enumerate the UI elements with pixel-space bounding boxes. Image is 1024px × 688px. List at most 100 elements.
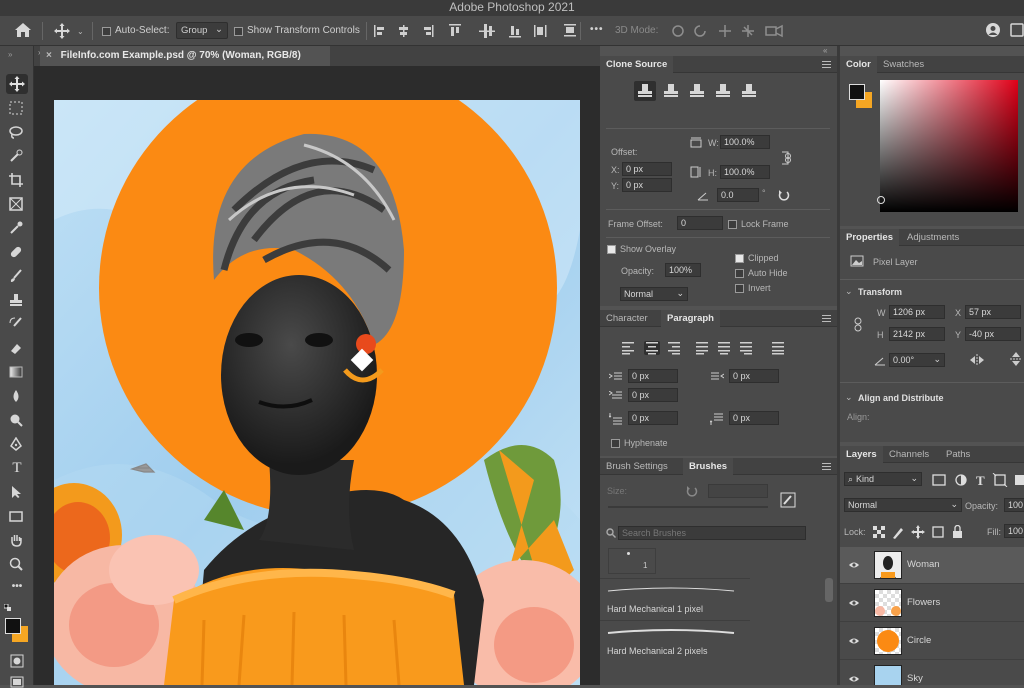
eye-icon[interactable] (848, 637, 860, 645)
gradient-tool[interactable] (6, 362, 28, 382)
brush-preset-tip[interactable]: 1 (608, 548, 656, 574)
transform-expand-icon[interactable]: ⌄ (845, 286, 853, 297)
layer-filter-dropdown[interactable]: ⌕ Kind ⌄ (844, 472, 922, 486)
lasso-tool[interactable] (6, 122, 28, 142)
overlay-blend-dropdown[interactable]: Normal ⌄ (620, 287, 688, 301)
frame-tool[interactable] (6, 194, 28, 214)
tab-character[interactable]: Character (600, 310, 654, 327)
auto-hide-checkbox[interactable] (735, 269, 744, 278)
show-overlay-checkbox[interactable] (607, 245, 616, 254)
indent-left-field[interactable]: 0 px (628, 369, 678, 383)
document-canvas[interactable] (54, 100, 580, 685)
more-options-button[interactable]: ••• (590, 24, 604, 35)
eye-icon[interactable] (848, 599, 860, 607)
edit-toolbar-button[interactable]: ••• (6, 578, 28, 598)
rotation-dropdown[interactable]: 0.00° ⌄ (889, 353, 945, 367)
scale-w-field[interactable]: 100.0% (720, 135, 770, 149)
tab-channels[interactable]: Channels (883, 446, 935, 463)
layer-row-flowers[interactable]: Flowers (840, 585, 1024, 622)
rectangle-tool[interactable] (6, 506, 28, 526)
invert-checkbox[interactable] (735, 284, 744, 293)
foreground-color-swatch[interactable] (5, 618, 21, 634)
quick-mask-icon[interactable] (10, 654, 24, 668)
move-tool-icon[interactable] (54, 23, 70, 39)
brush-search-input[interactable]: Search Brushes (618, 526, 806, 540)
tab-paths[interactable]: Paths (940, 446, 976, 463)
link-scale-icon[interactable] (780, 150, 792, 166)
auto-select-checkbox[interactable] (102, 27, 111, 36)
space-before-field[interactable]: 0 px (628, 411, 678, 425)
collapse-panels-icon[interactable]: « (823, 46, 827, 55)
layer-row-circle[interactable]: Circle (840, 623, 1024, 660)
panel-menu-icon[interactable] (822, 463, 831, 470)
move-tool[interactable] (6, 74, 28, 94)
canvas-area[interactable] (34, 66, 600, 685)
tab-brushes[interactable]: Brushes (683, 458, 734, 475)
type-tool[interactable]: T (6, 458, 28, 478)
eraser-tool[interactable] (6, 338, 28, 358)
tab-adjustments[interactable]: Adjustments (901, 229, 965, 246)
tab-brush-settings[interactable]: Brush Settings (600, 458, 674, 475)
align-expand-icon[interactable]: ⌄ (845, 392, 853, 403)
zoom-tool[interactable] (6, 554, 28, 574)
clipped-checkbox[interactable] (735, 254, 744, 263)
frame-offset-field[interactable]: 0 (677, 216, 723, 230)
tab-swatches[interactable]: Swatches (877, 56, 930, 73)
lock-frame-checkbox[interactable] (728, 220, 737, 229)
scale-h-field[interactable]: 100.0% (720, 165, 770, 179)
tab-paragraph[interactable]: Paragraph (661, 310, 720, 327)
swap-colors-icon[interactable] (4, 604, 12, 612)
quick-selection-tool[interactable] (6, 146, 28, 166)
layer-row-sky[interactable]: Sky (840, 661, 1024, 685)
hyphenate-checkbox[interactable] (611, 439, 620, 448)
chevron-down-icon[interactable]: ⌄ (77, 27, 84, 36)
tab-clone-source[interactable]: Clone Source (600, 56, 674, 73)
show-transform-checkbox[interactable] (234, 27, 243, 36)
tab-properties[interactable]: Properties (840, 229, 899, 246)
blur-tool[interactable] (6, 386, 28, 406)
foreground-color-chip[interactable] (849, 84, 865, 100)
document-tab[interactable]: × FileInfo.com Example.psd @ 70% (Woman,… (40, 46, 330, 66)
rotation-field[interactable]: 0.0 (717, 188, 759, 202)
home-icon[interactable] (14, 22, 32, 38)
layer-blend-dropdown[interactable]: Normal ⌄ (844, 498, 962, 512)
search-icon[interactable] (985, 22, 1001, 38)
new-brush-icon[interactable] (780, 492, 796, 508)
path-selection-tool[interactable] (6, 482, 28, 502)
pen-tool[interactable] (6, 434, 28, 454)
flip-vertical-icon[interactable] (1010, 351, 1022, 367)
y-field[interactable]: -40 px (965, 327, 1021, 341)
brush-tool[interactable] (6, 266, 28, 286)
brush-size-slider[interactable] (608, 506, 768, 508)
healing-brush-tool[interactable] (6, 242, 28, 262)
color-picker-cursor[interactable] (877, 196, 885, 204)
first-line-indent-field[interactable]: 0 px (628, 388, 678, 402)
panel-menu-icon[interactable] (822, 61, 831, 68)
marquee-tool[interactable] (6, 98, 28, 118)
overlay-opacity-field[interactable]: 100% (665, 263, 701, 277)
tab-color[interactable]: Color (840, 56, 877, 73)
tab-layers[interactable]: Layers (840, 446, 883, 463)
offset-y-field[interactable]: 0 px (622, 178, 672, 192)
brush-list-item[interactable]: Hard Mechanical 1 pixel (600, 578, 750, 620)
opacity-field[interactable]: 100 (1004, 498, 1024, 512)
panel-menu-icon[interactable] (822, 315, 831, 322)
screen-mode-icon[interactable] (10, 676, 24, 688)
brush-size-field[interactable] (708, 484, 768, 498)
crop-tool[interactable] (6, 170, 28, 190)
offset-x-field[interactable]: 0 px (622, 162, 672, 176)
reset-size-icon[interactable] (686, 485, 698, 497)
auto-select-dropdown[interactable]: Group ⌄ (176, 22, 228, 39)
indent-right-field[interactable]: 0 px (729, 369, 779, 383)
color-picker-field[interactable] (880, 80, 1018, 212)
brush-list-item[interactable]: Hard Mechanical 2 pixels (600, 620, 750, 662)
history-brush-tool[interactable] (6, 314, 28, 334)
flip-horizontal-icon[interactable] (969, 354, 985, 366)
eye-icon[interactable] (848, 675, 860, 683)
clone-stamp-tool[interactable] (6, 290, 28, 310)
width-field[interactable]: 1206 px (889, 305, 945, 319)
fill-field[interactable]: 100 (1004, 524, 1024, 538)
hand-tool[interactable] (6, 530, 28, 550)
dodge-tool[interactable] (6, 410, 28, 430)
space-after-field[interactable]: 0 px (729, 411, 779, 425)
